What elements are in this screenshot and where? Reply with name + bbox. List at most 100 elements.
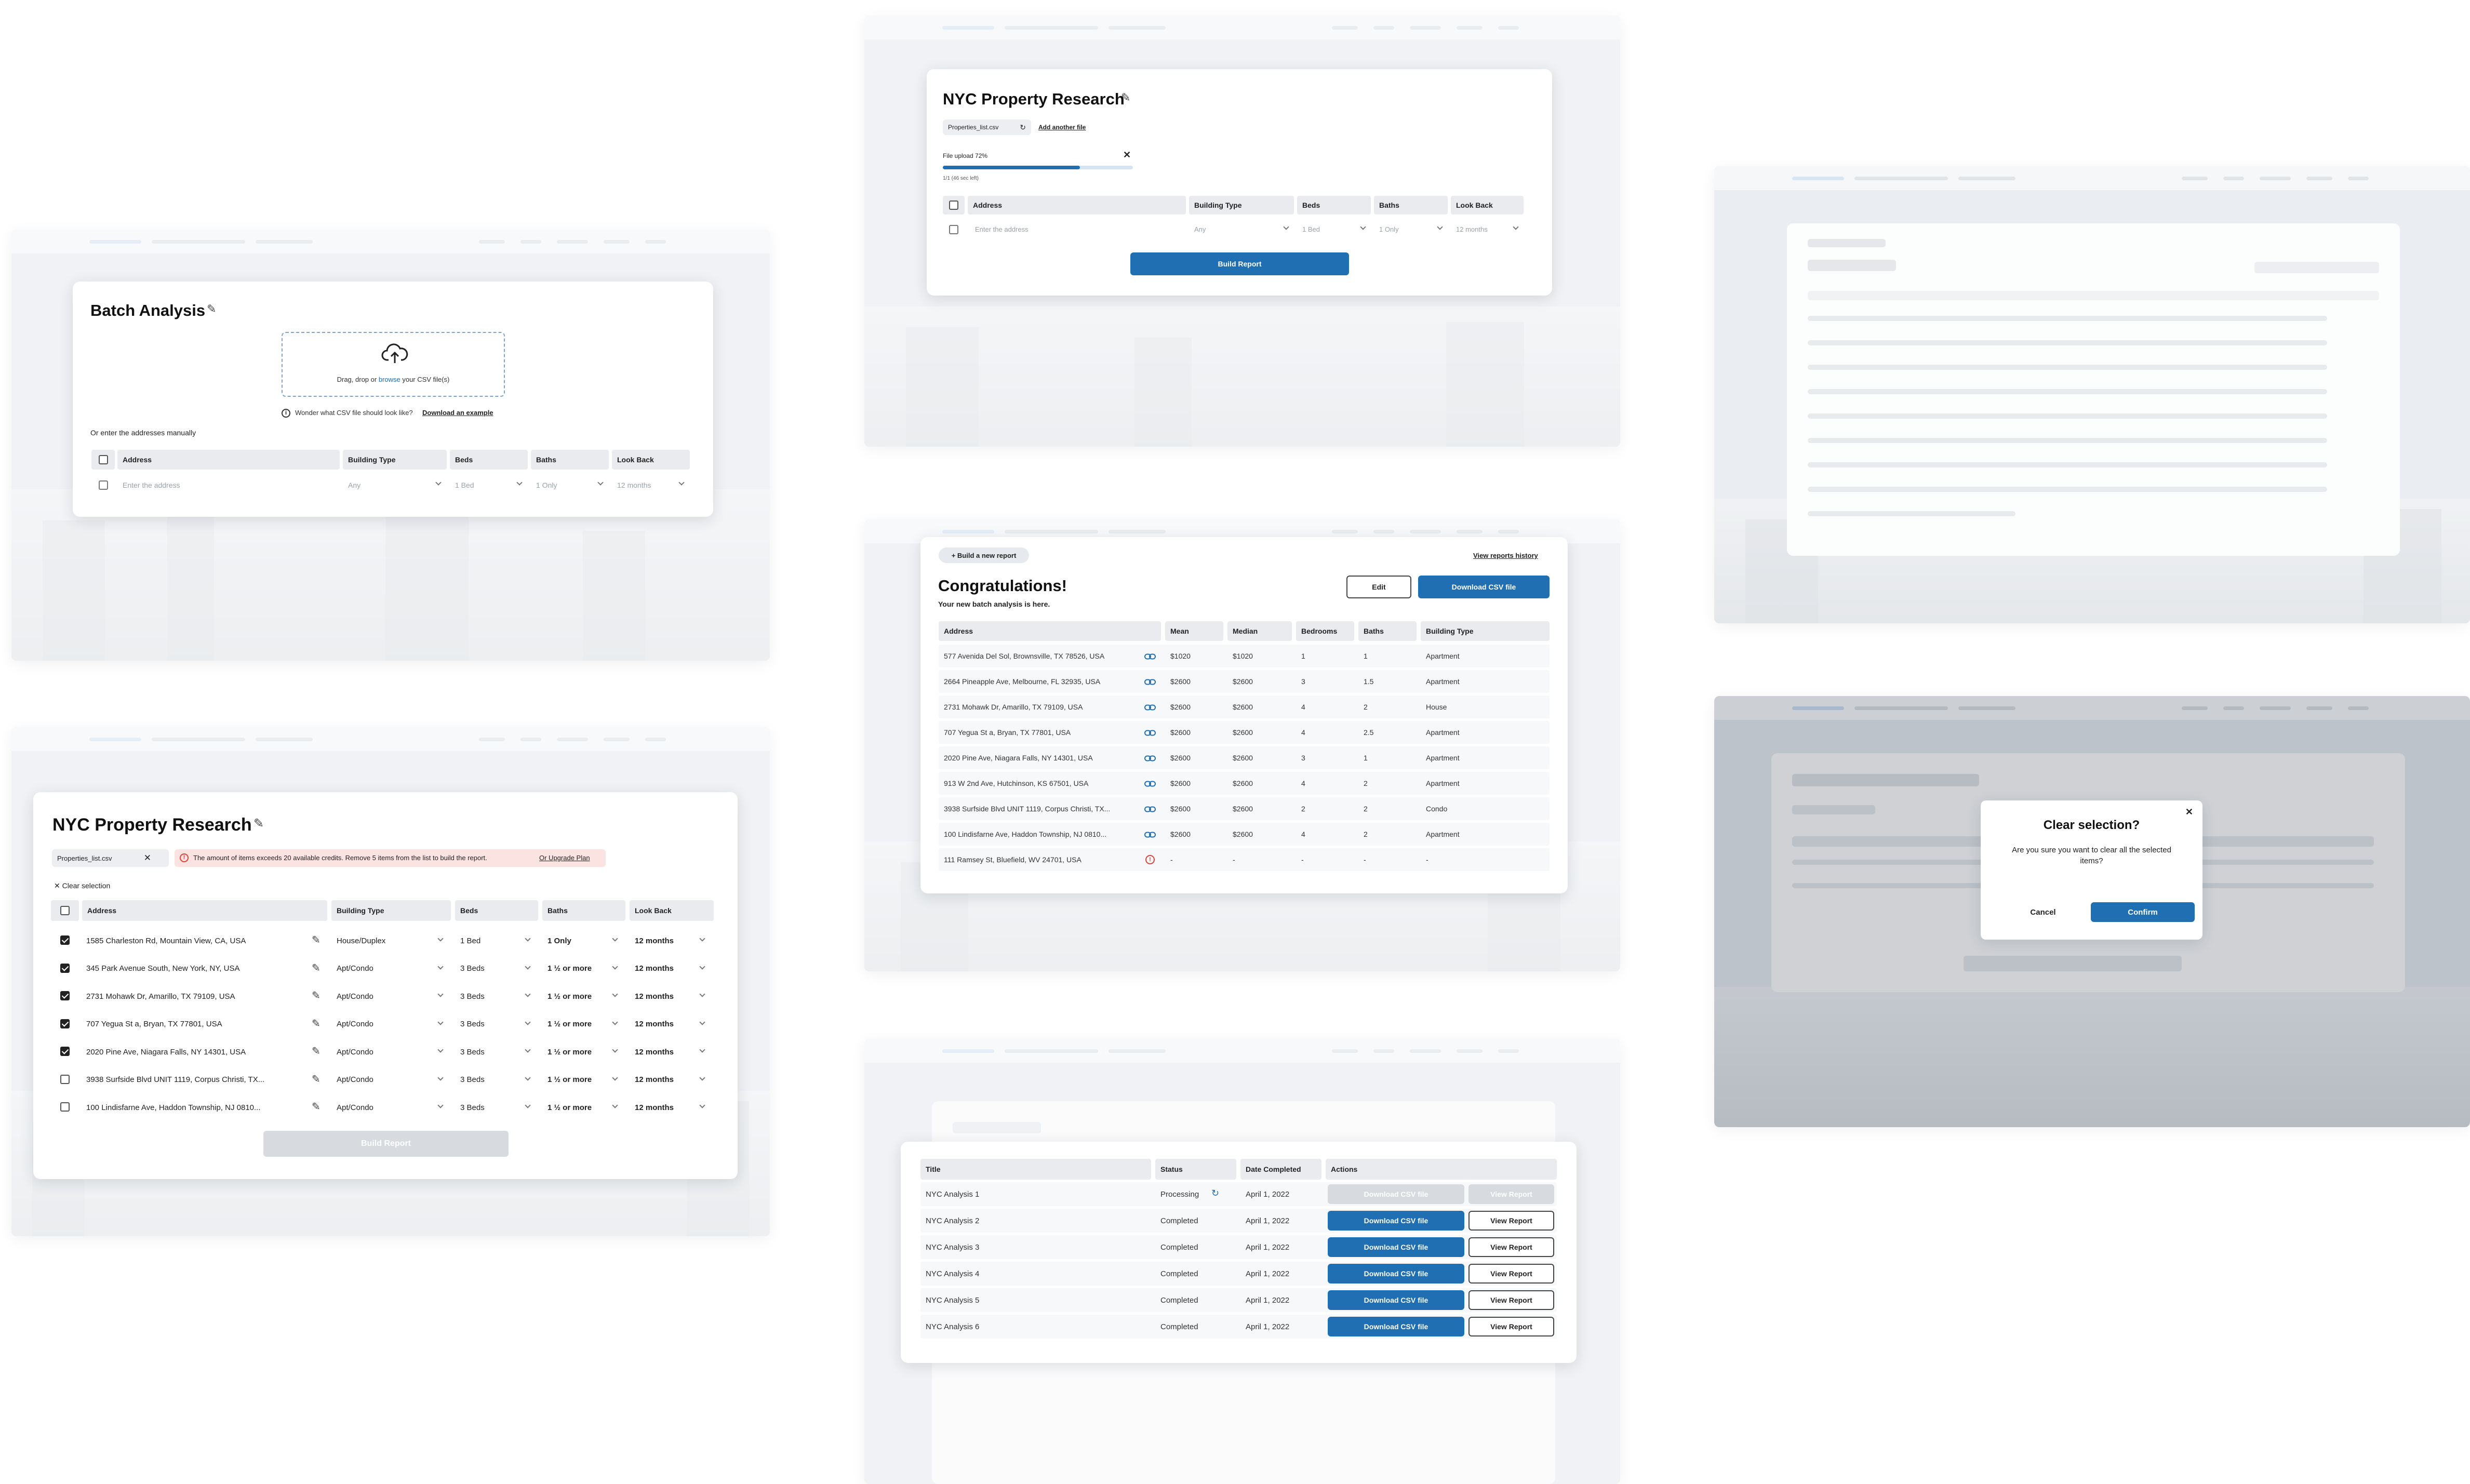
- edit-title-pencil-icon[interactable]: ✎: [207, 302, 216, 316]
- link-icon[interactable]: [1144, 831, 1156, 838]
- building-type-select[interactable]: Apt/Condo: [337, 1045, 430, 1059]
- edit-title-pencil-icon[interactable]: ✎: [1121, 91, 1130, 104]
- row-checkbox[interactable]: [949, 225, 958, 234]
- beds-select[interactable]: 3 Beds: [460, 1073, 523, 1087]
- building-type-select[interactable]: House/Duplex: [337, 933, 430, 948]
- edit-address-pencil-icon[interactable]: ✎: [312, 989, 321, 1002]
- beds-select[interactable]: 1 Bed: [1302, 223, 1359, 235]
- link-icon[interactable]: [1144, 678, 1156, 685]
- download-csv-button[interactable]: Download CSV file: [1328, 1264, 1464, 1284]
- beds-select[interactable]: 1 Bed: [460, 933, 523, 948]
- beds-select[interactable]: 1 Bed: [455, 479, 517, 491]
- address-input[interactable]: Enter the address: [975, 223, 1172, 235]
- view-report-button[interactable]: View Report: [1468, 1237, 1554, 1257]
- row-checkbox[interactable]: [60, 1019, 70, 1028]
- look-back-select[interactable]: 12 months: [635, 989, 697, 1004]
- building-type-select[interactable]: Any: [348, 479, 436, 491]
- download-csv-button[interactable]: Download CSV file: [1418, 576, 1550, 598]
- baths-select[interactable]: 1 ½ or more: [548, 1100, 610, 1115]
- link-icon[interactable]: [1144, 780, 1156, 787]
- view-report-button[interactable]: View Report: [1468, 1211, 1554, 1231]
- look-back-select[interactable]: 12 months: [617, 479, 679, 491]
- chevron-down-icon: [699, 1102, 705, 1108]
- view-report-button[interactable]: View Report: [1468, 1317, 1554, 1336]
- edit-address-pencil-icon[interactable]: ✎: [312, 961, 321, 974]
- beds-select[interactable]: 3 Beds: [460, 1100, 523, 1115]
- download-csv-button[interactable]: Download CSV file: [1328, 1290, 1464, 1310]
- row-checkbox[interactable]: [99, 480, 108, 490]
- address-input[interactable]: Enter the address: [123, 479, 330, 491]
- look-back-select[interactable]: 12 months: [635, 961, 697, 976]
- row-checkbox[interactable]: [60, 1074, 70, 1084]
- chevron-down-icon: [699, 1074, 705, 1081]
- edit-button[interactable]: Edit: [1346, 576, 1411, 598]
- row-checkbox[interactable]: [60, 1102, 70, 1112]
- building-type-select[interactable]: Any: [1194, 223, 1277, 235]
- add-another-file-link[interactable]: Add another file: [1038, 124, 1086, 131]
- download-csv-button[interactable]: Download CSV file: [1328, 1211, 1464, 1231]
- download-example-link[interactable]: Download an example: [422, 409, 493, 417]
- error-icon[interactable]: !: [1145, 855, 1155, 864]
- refresh-icon[interactable]: ↻: [1020, 123, 1026, 132]
- look-back-select[interactable]: 12 months: [635, 933, 697, 948]
- look-back-select[interactable]: 12 months: [635, 1073, 697, 1087]
- baths-select[interactable]: 1 ½ or more: [548, 961, 610, 976]
- baths-select[interactable]: 1 Only: [1379, 223, 1436, 235]
- baths-select[interactable]: 1 ½ or more: [548, 1073, 610, 1087]
- row-checkbox[interactable]: [60, 963, 70, 973]
- building-type-select[interactable]: Apt/Condo: [337, 1073, 430, 1087]
- edit-title-pencil-icon[interactable]: ✎: [253, 816, 264, 831]
- link-icon[interactable]: [1144, 806, 1156, 812]
- look-back-select[interactable]: 12 months: [635, 1045, 697, 1059]
- build-report-button[interactable]: Build Report: [263, 1131, 509, 1157]
- clear-selection-button[interactable]: ✕ Clear selection: [54, 881, 110, 890]
- link-icon[interactable]: [1144, 755, 1156, 761]
- select-all-checkbox[interactable]: [60, 906, 70, 915]
- select-all-checkbox[interactable]: [949, 200, 958, 210]
- remove-file-x-icon[interactable]: ✕: [144, 853, 151, 863]
- link-icon[interactable]: [1144, 729, 1156, 736]
- row-checkbox[interactable]: [60, 1047, 70, 1056]
- build-new-report-button[interactable]: + Build a new report: [939, 547, 1029, 563]
- download-csv-button[interactable]: Download CSV file: [1328, 1237, 1464, 1257]
- download-csv-button[interactable]: Download CSV file: [1328, 1317, 1464, 1336]
- beds-select[interactable]: 3 Beds: [460, 1017, 523, 1032]
- cancel-upload-x-icon[interactable]: ✕: [1123, 150, 1131, 161]
- baths-select[interactable]: 1 ½ or more: [548, 1017, 610, 1032]
- building-type-select[interactable]: Apt/Condo: [337, 961, 430, 976]
- look-back-select[interactable]: 12 months: [635, 1017, 697, 1032]
- baths-select[interactable]: 1 Only: [536, 479, 598, 491]
- baths-select[interactable]: 1 Only: [548, 933, 610, 948]
- view-report-button[interactable]: View Report: [1468, 1264, 1554, 1284]
- look-back-select[interactable]: 12 months: [1456, 223, 1513, 235]
- beds-select[interactable]: 3 Beds: [460, 1045, 523, 1059]
- build-report-button[interactable]: Build Report: [1130, 252, 1349, 275]
- edit-address-pencil-icon[interactable]: ✎: [312, 1045, 321, 1058]
- baths-select[interactable]: 1 ½ or more: [548, 1045, 610, 1059]
- building-type-select[interactable]: Apt/Condo: [337, 1100, 430, 1115]
- cancel-button[interactable]: Cancel: [2017, 902, 2069, 922]
- beds-select[interactable]: 3 Beds: [460, 961, 523, 976]
- building-type-select[interactable]: Apt/Condo: [337, 1017, 430, 1032]
- beds-select[interactable]: 3 Beds: [460, 989, 523, 1004]
- edit-address-pencil-icon[interactable]: ✎: [312, 1017, 321, 1030]
- row-checkbox[interactable]: [60, 991, 70, 1000]
- link-icon[interactable]: [1144, 704, 1156, 711]
- baths-select[interactable]: 1 ½ or more: [548, 989, 610, 1004]
- look-back-select[interactable]: 12 months: [635, 1100, 697, 1115]
- building-type-select[interactable]: Apt/Condo: [337, 989, 430, 1004]
- csv-dropzone[interactable]: Drag, drop or browse your CSV file(s): [282, 332, 505, 397]
- chevron-down-icon: [699, 963, 705, 970]
- close-dialog-x-icon[interactable]: ✕: [2185, 807, 2193, 818]
- edit-address-pencil-icon[interactable]: ✎: [312, 933, 321, 946]
- edit-address-pencil-icon[interactable]: ✎: [312, 1073, 321, 1086]
- select-all-checkbox[interactable]: [99, 455, 108, 464]
- view-reports-history-link[interactable]: View reports history: [1473, 552, 1538, 559]
- browse-link[interactable]: browse: [379, 376, 400, 383]
- confirm-button[interactable]: Confirm: [2091, 902, 2195, 922]
- upgrade-plan-link[interactable]: Or Upgrade Plan: [539, 854, 590, 862]
- row-checkbox[interactable]: [60, 935, 70, 945]
- view-report-button[interactable]: View Report: [1468, 1290, 1554, 1310]
- link-icon[interactable]: [1144, 653, 1156, 660]
- edit-address-pencil-icon[interactable]: ✎: [312, 1100, 321, 1113]
